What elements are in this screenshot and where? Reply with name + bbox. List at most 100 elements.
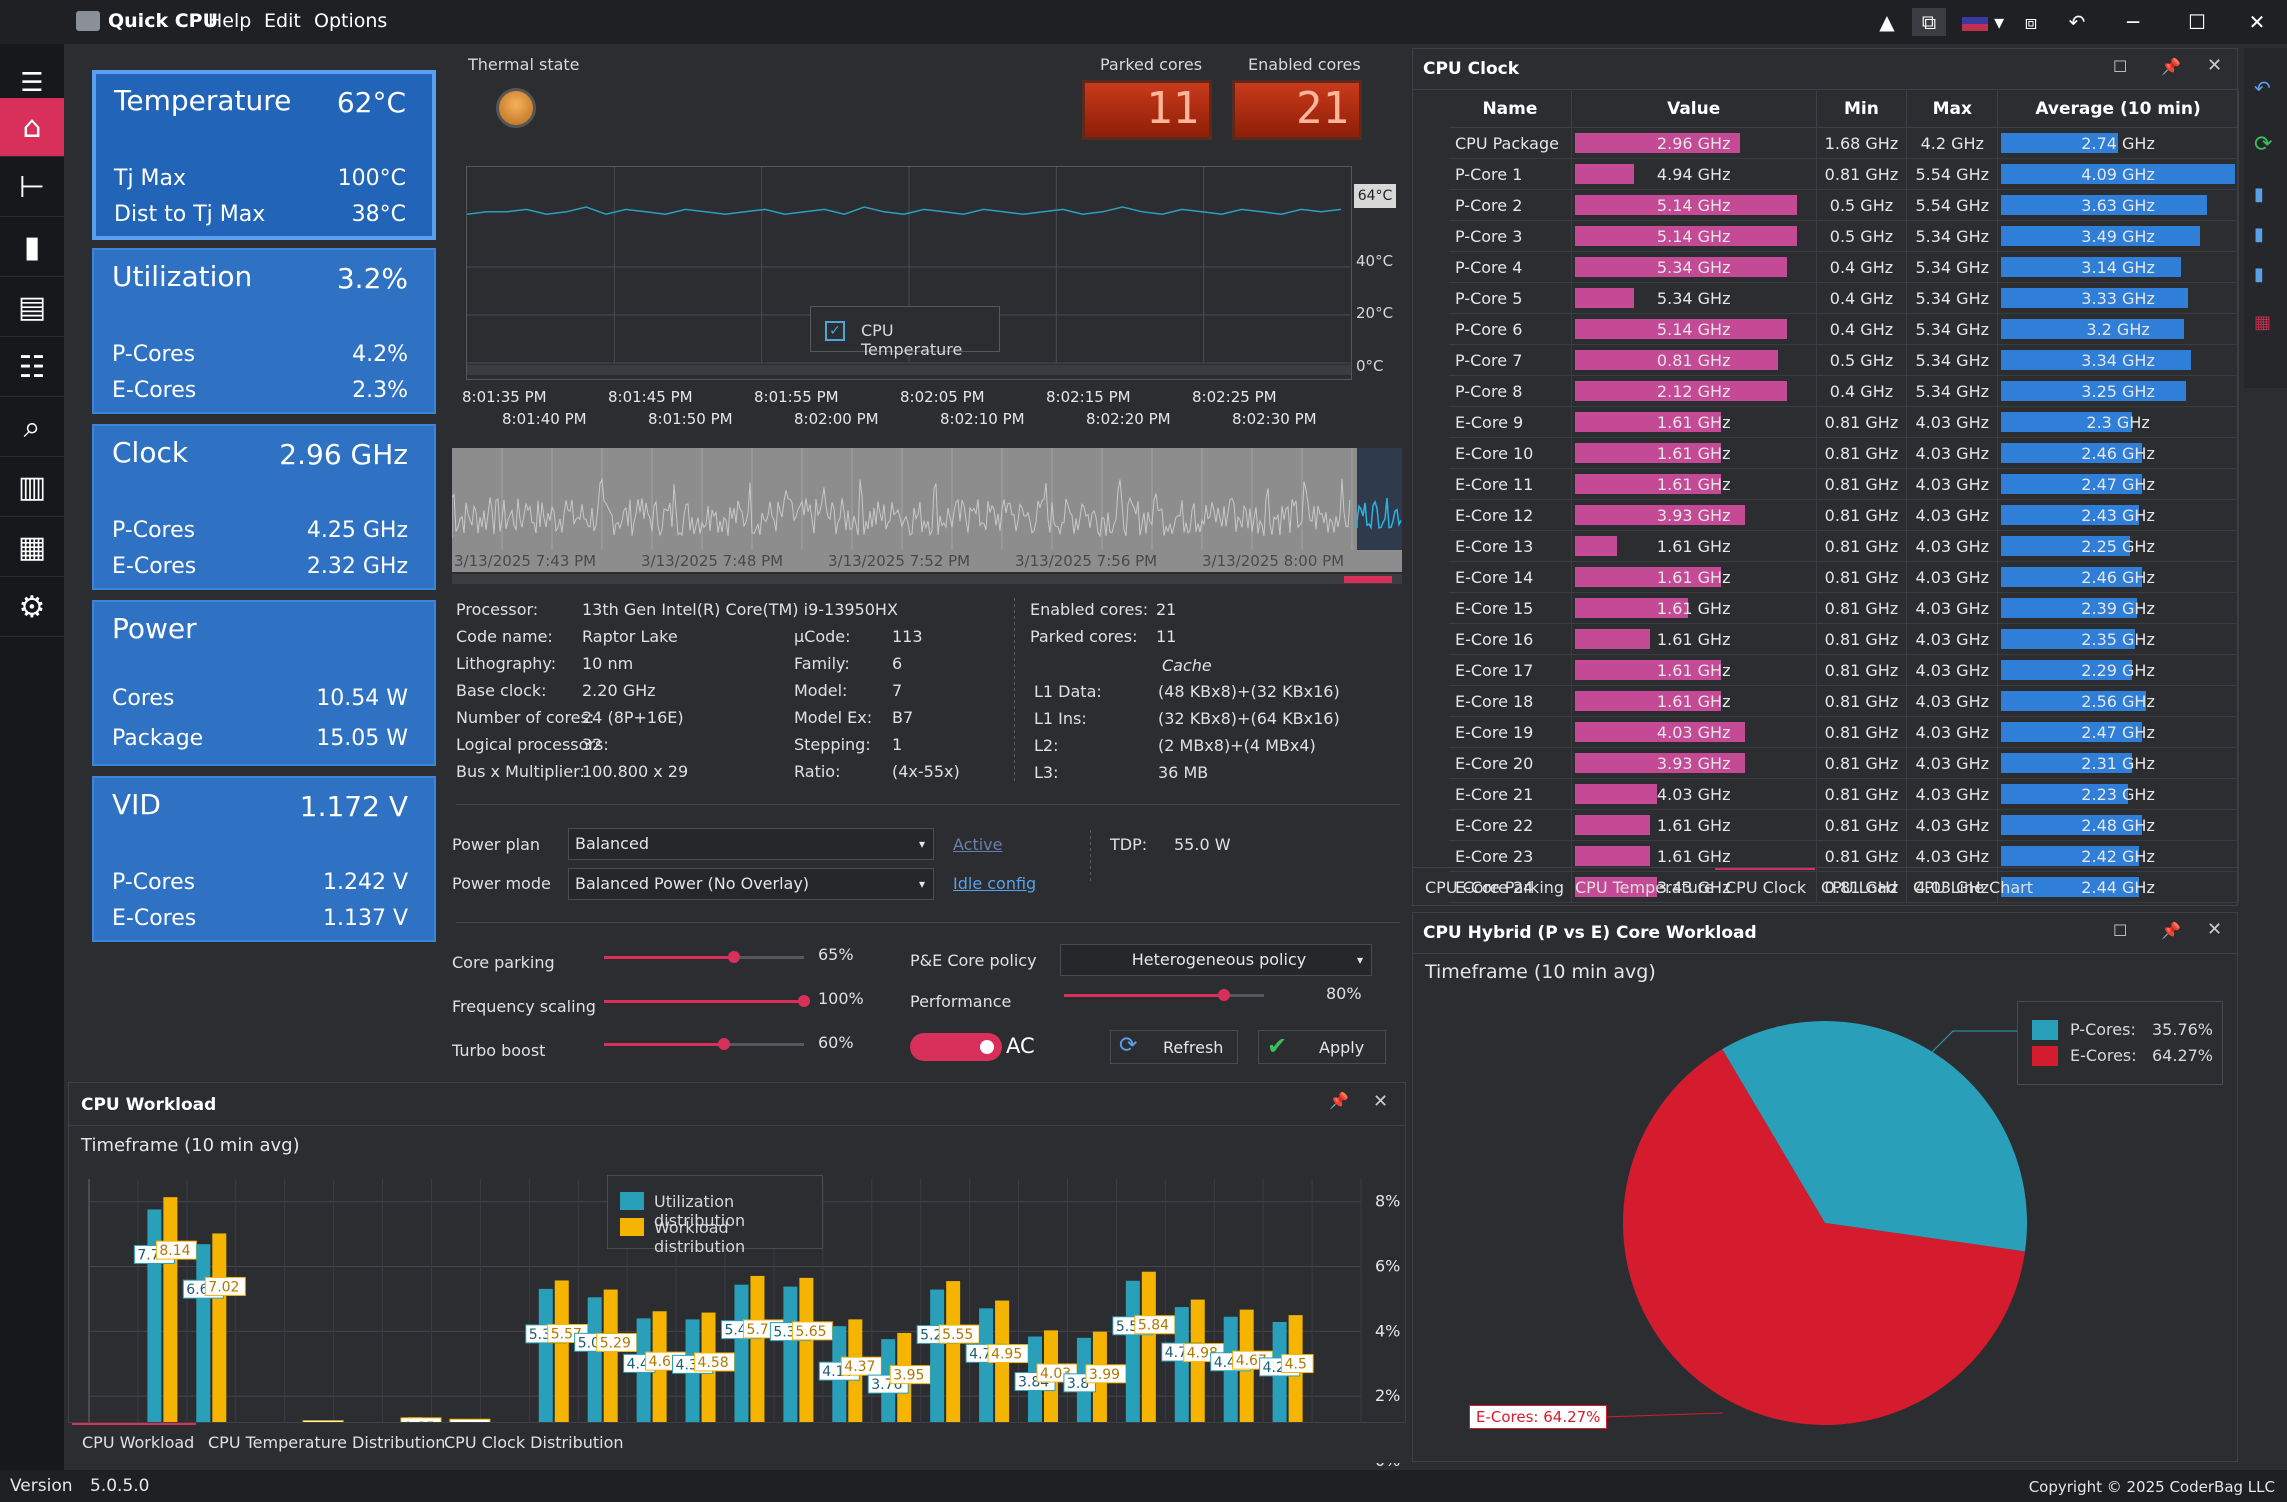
menu-help[interactable]: Help (208, 10, 251, 32)
temperature-card[interactable]: Temperature 62°C Tj Max 100°C Dist to Tj… (92, 70, 436, 240)
table-row[interactable]: E-Core 17 1.61 GHz 0.81 GHz 4.03 GHz 2.29 GH… (1449, 654, 2239, 686)
header-average[interactable]: Average (10 min) (1997, 91, 2239, 128)
idle-config-link[interactable]: Idle config (953, 874, 1036, 893)
table-row[interactable]: E-Core 14 1.61 GHz 0.81 GHz 4.03 GHz 2.46 GH… (1449, 561, 2239, 593)
table-row[interactable]: P-Core 2 5.14 GHz 0.5 GHz 5.54 GHz 3.63 GHz (1449, 189, 2239, 221)
tab-cpu-load[interactable]: CPU Load (1821, 878, 1897, 897)
table-row[interactable]: E-Core 18 1.61 GHz 0.81 GHz 4.03 GHz 2.56 GH… (1449, 685, 2239, 717)
nav-book-icon[interactable]: ▥ (0, 458, 64, 517)
slider-thumb[interactable] (728, 951, 740, 963)
nav-home-icon[interactable]: ⌂ (0, 98, 64, 157)
table-row[interactable]: E-Core 22 1.61 GHz 0.81 GHz 4.03 GHz 2.48 GH… (1449, 809, 2239, 841)
nav-table-icon[interactable]: ▦ (0, 518, 64, 577)
slider-thumb[interactable] (718, 1038, 730, 1050)
table-row[interactable]: P-Core 3 5.14 GHz 0.5 GHz 5.34 GHz 3.49 GHz (1449, 220, 2239, 252)
pe-core-policy-dropdown[interactable]: Heterogeneous policy ▾ (1060, 944, 1372, 976)
table-row[interactable]: P-Core 4 5.34 GHz 0.4 GHz 5.34 GHz 3.14 GHz (1449, 251, 2239, 283)
table-row[interactable]: P-Core 5 5.34 GHz 0.4 GHz 5.34 GHz 3.33 GHz (1449, 282, 2239, 314)
slider-thumb[interactable] (798, 995, 810, 1007)
maximize-panel-icon[interactable]: ☐ (2113, 57, 2127, 76)
pin-icon[interactable]: 📌 (2161, 57, 2181, 76)
ac-toggle[interactable] (910, 1033, 1002, 1061)
tab-cpu-line-chart[interactable]: CPU Line Chart (1913, 878, 2033, 897)
turbo-boost-slider[interactable] (604, 1038, 804, 1050)
power-plan-dropdown[interactable]: Balanced ▾ (568, 828, 934, 860)
slider-thumb[interactable] (1218, 989, 1230, 1001)
table-row[interactable]: E-Core 21 4.03 GHz 0.81 GHz 4.03 GHz 2.23 GH… (1449, 778, 2239, 810)
cpu-clock-table[interactable]: Name Value Min Max Average (10 min) CPU … (1449, 91, 2239, 903)
refresh-button[interactable]: ⟳ Refresh (1110, 1030, 1238, 1064)
bar-chart-icon[interactable]: ▮ (2254, 264, 2264, 285)
table-row[interactable]: E-Core 13 1.61 GHz 0.81 GHz 4.03 GHz 2.25 GH… (1449, 530, 2239, 562)
cell-average: 2.43 GHz (1997, 499, 2239, 531)
header-min[interactable]: Min (1816, 91, 1908, 128)
snapshot-icon[interactable]: ⧈ (2014, 8, 2048, 36)
table-row[interactable]: E-Core 9 1.61 GHz 0.81 GHz 4.03 GHz 2.3 GHz (1449, 406, 2239, 438)
temp-chart-legend[interactable]: ✓ CPU Temperature (810, 306, 1000, 359)
tab-cpu-temperature-distribution[interactable]: CPU Temperature Distribution (208, 1433, 445, 1452)
table-row[interactable]: E-Core 12 3.93 GHz 0.81 GHz 4.03 GHz 2.43 GH… (1449, 499, 2239, 531)
alert-icon[interactable]: ▲ (1870, 8, 1904, 36)
info-label: Number of cores: (456, 708, 595, 727)
nav-gear-icon[interactable]: ⚙ (0, 578, 64, 637)
history-overview-chart[interactable] (451, 448, 1403, 550)
power-card[interactable]: Power Cores 10.54 W Package 15.05 W (92, 600, 436, 766)
apply-button[interactable]: ✔ Apply (1258, 1030, 1386, 1064)
table-row[interactable]: CPU Package 2.96 GHz 1.68 GHz 4.2 GHz 2.74 G… (1449, 127, 2239, 159)
header-name[interactable]: Name (1449, 91, 1572, 128)
table-row[interactable]: P-Core 8 2.12 GHz 0.4 GHz 5.34 GHz 3.25 GHz (1449, 375, 2239, 407)
vid-card[interactable]: VID 1.172 V P-Cores 1.242 V E-Cores 1.13… (92, 776, 436, 942)
nav-search-doc-icon[interactable]: ⌕ (0, 398, 64, 457)
bar-chart-icon[interactable]: ▮ (2254, 224, 2264, 245)
cell-max: 4.03 GHz (1906, 809, 1999, 841)
card-title: Utilization (112, 260, 253, 293)
header-max[interactable]: Max (1906, 91, 1999, 128)
utilization-card[interactable]: Utilization 3.2% P-Cores 4.2% E-Cores 2.… (92, 248, 436, 414)
frequency-scaling-slider[interactable] (604, 995, 810, 1007)
checkbox-checked-icon[interactable]: ✓ (825, 321, 845, 341)
minimize-icon[interactable]: ─ (2116, 8, 2150, 36)
maximize-icon[interactable]: ☐ (2180, 8, 2214, 36)
close-panel-icon[interactable]: ✕ (2207, 55, 2222, 76)
tab-cpu-clock[interactable]: CPU Clock (1725, 878, 1806, 897)
menu-options[interactable]: Options (314, 10, 387, 32)
history-scroll-thumb[interactable] (1344, 576, 1392, 583)
nav-chart-icon[interactable]: ▮ (0, 218, 64, 277)
core-parking-slider[interactable] (604, 951, 804, 963)
pin-icon[interactable]: 📌 (1329, 1091, 1349, 1110)
divider (1413, 89, 2239, 90)
tab-cpu-workload[interactable]: CPU Workload (82, 1433, 194, 1452)
table-row[interactable]: E-Core 11 1.61 GHz 0.81 GHz 4.03 GHz 2.47 GH… (1449, 468, 2239, 500)
tab-cpu-core-parking[interactable]: CPU Core Parking (1425, 878, 1564, 897)
history-scrollbar[interactable] (452, 574, 1402, 584)
table-row[interactable]: P-Core 1 4.94 GHz 0.81 GHz 5.54 GHz 4.09 GHz (1449, 158, 2239, 190)
table-row[interactable]: P-Core 7 0.81 GHz 0.5 GHz 5.34 GHz 3.34 GHz (1449, 344, 2239, 376)
nav-settings-list-icon[interactable]: ☷ (0, 338, 64, 397)
menu-edit[interactable]: Edit (264, 10, 301, 32)
clock-card[interactable]: Clock 2.96 GHz P-Cores 4.25 GHz E-Cores … (92, 424, 436, 590)
table-row[interactable]: E-Core 19 4.03 GHz 0.81 GHz 4.03 GHz 2.47 GH… (1449, 716, 2239, 748)
power-mode-dropdown[interactable]: Balanced Power (No Overlay) ▾ (568, 868, 934, 900)
nav-tree-icon[interactable]: ⊢ (0, 158, 64, 217)
theme-picker-icon[interactable]: ▾ (1958, 8, 2008, 36)
performance-slider[interactable] (1064, 989, 1264, 1001)
chart-window-icon[interactable]: ⧉ (1912, 8, 1946, 36)
close-icon[interactable]: ✕ (2240, 8, 2274, 36)
nav-layers-icon[interactable]: ▤ (0, 278, 64, 337)
bar-chart-icon[interactable]: ▮ (2254, 184, 2264, 205)
tab-cpu-temperature[interactable]: CPU Temperature (1575, 878, 1714, 897)
header-value[interactable]: Value (1571, 91, 1817, 128)
table-row[interactable]: E-Core 10 1.61 GHz 0.81 GHz 4.03 GHz 2.46 GH… (1449, 437, 2239, 469)
table-row[interactable]: E-Core 16 1.61 GHz 0.81 GHz 4.03 GHz 2.35 GH… (1449, 623, 2239, 655)
undo-icon[interactable]: ↶ (2060, 8, 2094, 36)
color-grid-icon[interactable]: ▦ (2254, 312, 2271, 333)
cell-name: E-Core 9 (1449, 406, 1572, 438)
sync-icon[interactable]: ⟳ (2254, 132, 2272, 157)
table-row[interactable]: P-Core 6 5.14 GHz 0.4 GHz 5.34 GHz 3.2 GHz (1449, 313, 2239, 345)
close-panel-icon[interactable]: ✕ (1373, 1091, 1388, 1112)
active-link[interactable]: Active (953, 835, 1003, 854)
table-row[interactable]: E-Core 20 3.93 GHz 0.81 GHz 4.03 GHz 2.31 GH… (1449, 747, 2239, 779)
undo-icon[interactable]: ↶ (2254, 76, 2271, 100)
table-row[interactable]: E-Core 15 1.61 GHz 0.81 GHz 4.03 GHz 2.39 GH… (1449, 592, 2239, 624)
tab-cpu-clock-distribution[interactable]: CPU Clock Distribution (444, 1433, 624, 1452)
